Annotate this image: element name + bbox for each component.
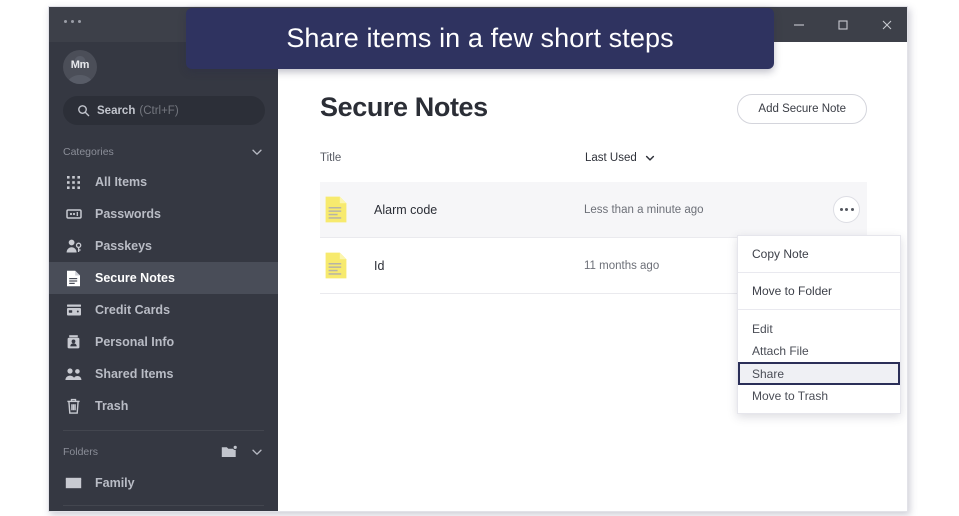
menu-group-secondary: Edit Attach File Share Move to Trash — [738, 310, 900, 407]
new-folder-icon[interactable] — [221, 445, 238, 459]
page-title: Secure Notes — [320, 92, 488, 122]
instruction-banner-text: Share items in a few short steps — [286, 23, 674, 53]
avatar[interactable]: Mm — [63, 50, 97, 84]
sidebar-item-label: Secure Notes — [95, 271, 175, 285]
menu-item-move-to-folder[interactable]: Move to Folder — [738, 273, 900, 310]
sidebar-item-trash[interactable]: Trash — [49, 390, 278, 422]
overflow-dots-icon[interactable] — [64, 20, 81, 23]
row-title: Id — [374, 258, 385, 273]
sidebar-item-credit-cards[interactable]: Credit Cards — [49, 294, 278, 326]
sidebar-item-all-items[interactable]: All Items — [49, 166, 278, 198]
personal-info-icon — [65, 334, 82, 351]
column-header-last-used-label: Last Used — [585, 152, 637, 164]
sidebar-item-label: Passwords — [95, 207, 162, 221]
instruction-banner: Share items in a few short steps — [186, 8, 774, 69]
shared-items-icon — [65, 366, 82, 383]
sidebar-item-label: Trash — [95, 399, 129, 413]
app-window: Mm Search (Ctrl+F) Categories All Items … — [48, 6, 908, 512]
sidebar: Mm Search (Ctrl+F) Categories All Items … — [49, 42, 278, 511]
sidebar-item-shared-items[interactable]: Shared Items — [49, 358, 278, 390]
menu-item-move-to-trash[interactable]: Move to Trash — [738, 385, 900, 407]
credit-card-icon — [65, 302, 82, 319]
context-menu: Copy Note Move to Folder Edit Attach Fil… — [737, 235, 901, 414]
note-icon — [65, 270, 82, 287]
window-controls — [777, 7, 907, 42]
secure-note-icon — [325, 252, 347, 279]
grid-icon — [65, 174, 82, 191]
categories-section-header[interactable]: Categories — [49, 139, 278, 165]
sidebar-item-label: Credit Cards — [95, 303, 171, 317]
minimize-icon[interactable] — [777, 7, 821, 42]
search-shortcut-hint: (Ctrl+F) — [139, 104, 179, 117]
row-more-options-button[interactable] — [833, 196, 860, 223]
maximize-icon[interactable] — [821, 7, 865, 42]
sidebar-divider-bottom — [63, 505, 264, 506]
column-header-title[interactable]: Title — [320, 152, 341, 164]
close-icon[interactable] — [865, 7, 907, 42]
main-content: Secure Notes Add Secure Note Title Last … — [278, 42, 907, 511]
search-icon — [77, 104, 90, 117]
table-row[interactable]: Alarm code Less than a minute ago — [320, 182, 867, 238]
sidebar-divider — [63, 430, 264, 431]
sidebar-item-secure-notes[interactable]: Secure Notes — [49, 262, 278, 294]
chevron-down-icon — [644, 152, 656, 164]
chevron-down-icon[interactable] — [250, 145, 264, 159]
sidebar-item-label: Passkeys — [95, 239, 153, 253]
sidebar-item-label: All Items — [95, 175, 148, 189]
row-title: Alarm code — [374, 202, 438, 217]
sidebar-item-personal-info[interactable]: Personal Info — [49, 326, 278, 358]
column-header-last-used[interactable]: Last Used — [585, 152, 656, 164]
passkey-icon — [65, 238, 82, 255]
search-input[interactable]: Search (Ctrl+F) — [63, 96, 265, 125]
avatar-initials: Mm — [70, 59, 90, 71]
chevron-down-icon[interactable] — [250, 445, 264, 459]
menu-item-share[interactable]: Share — [738, 362, 900, 385]
sidebar-item-passwords[interactable]: Passwords — [49, 198, 278, 230]
sidebar-item-family[interactable]: Family — [49, 467, 278, 499]
menu-item-edit[interactable]: Edit — [738, 318, 900, 340]
categories-label: Categories — [63, 146, 114, 158]
screenshot-root: Mm Search (Ctrl+F) Categories All Items … — [0, 0, 959, 516]
sidebar-item-passkeys[interactable]: Passkeys — [49, 230, 278, 262]
column-headers: Title Last Used — [320, 152, 867, 174]
row-last-used: Less than a minute ago — [584, 203, 704, 216]
sidebar-item-label: Personal Info — [95, 335, 175, 349]
search-placeholder: Search — [97, 104, 136, 117]
folders-label: Folders — [63, 446, 99, 458]
add-secure-note-button[interactable]: Add Secure Note — [737, 94, 867, 124]
folders-section-header[interactable]: Folders — [49, 439, 278, 465]
sidebar-item-label: Family — [95, 476, 135, 490]
menu-item-attach-file[interactable]: Attach File — [738, 340, 900, 362]
avatar-body — [67, 75, 93, 84]
trash-icon — [65, 398, 82, 415]
menu-item-copy-note[interactable]: Copy Note — [738, 236, 900, 273]
sidebar-item-label: Shared Items — [95, 367, 174, 381]
password-icon — [65, 206, 82, 223]
secure-note-icon — [325, 196, 347, 223]
folder-icon — [65, 475, 82, 492]
